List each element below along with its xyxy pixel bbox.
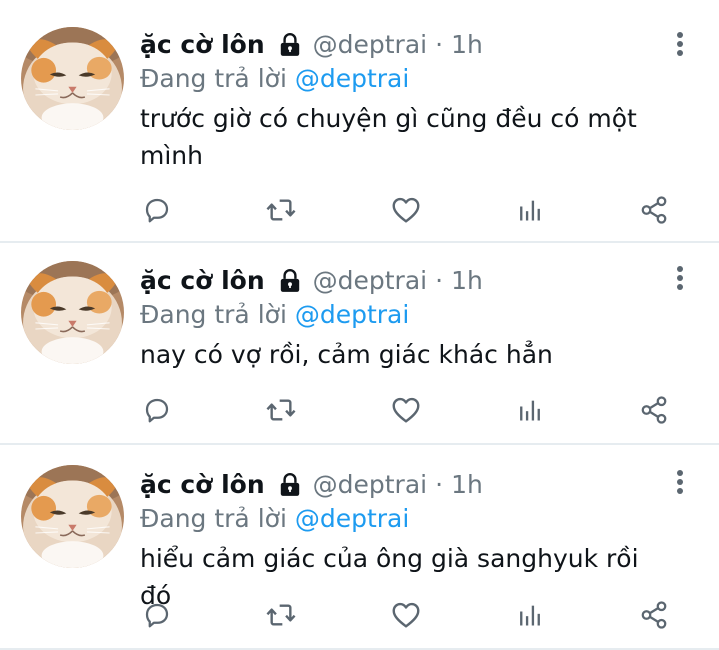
tweet-feed: ặc cờ lôn @deptrai · 1h Đang trả lời @de… bbox=[0, 0, 719, 650]
share-icon bbox=[639, 395, 669, 425]
more-icon bbox=[675, 470, 685, 494]
reply-button[interactable] bbox=[140, 393, 174, 427]
tweet-header: ặc cờ lôn @deptrai · 1h bbox=[140, 28, 669, 62]
retweet-icon bbox=[265, 194, 297, 226]
user-handle[interactable]: @deptrai bbox=[313, 28, 427, 62]
display-name[interactable]: ặc cờ lôn bbox=[140, 468, 265, 502]
reply-icon bbox=[142, 600, 172, 630]
display-name[interactable]: ặc cờ lôn bbox=[140, 28, 265, 62]
avatar[interactable] bbox=[21, 465, 124, 568]
replying-to: Đang trả lời @deptrai bbox=[140, 502, 669, 536]
retweet-icon bbox=[265, 599, 297, 631]
share-icon bbox=[639, 600, 669, 630]
user-handle[interactable]: @deptrai bbox=[313, 264, 427, 298]
avatar[interactable] bbox=[21, 27, 124, 130]
tweet-text: nay có vợ rồi, cảm giác khác hẳn bbox=[140, 340, 553, 369]
separator: · bbox=[435, 266, 444, 295]
replying-to-label: Đang trả lời bbox=[140, 64, 287, 93]
user-handle[interactable]: @deptrai bbox=[313, 468, 427, 502]
retweet-button[interactable] bbox=[264, 193, 298, 227]
retweet-button[interactable] bbox=[264, 598, 298, 632]
tweet-actions bbox=[140, 193, 671, 227]
timestamp[interactable]: 1h bbox=[451, 264, 483, 298]
retweet-button[interactable] bbox=[264, 393, 298, 427]
replying-to-mention[interactable]: @deptrai bbox=[295, 504, 409, 533]
separator: · bbox=[435, 30, 444, 59]
like-icon bbox=[390, 394, 422, 426]
share-button[interactable] bbox=[637, 393, 671, 427]
reply-icon bbox=[142, 395, 172, 425]
like-icon bbox=[390, 599, 422, 631]
cat-avatar-image bbox=[21, 261, 124, 364]
replying-to-mention[interactable]: @deptrai bbox=[295, 64, 409, 93]
timestamp[interactable]: 1h bbox=[451, 28, 483, 62]
share-icon bbox=[639, 195, 669, 225]
tweet-actions bbox=[140, 598, 671, 632]
timestamp[interactable]: 1h bbox=[451, 468, 483, 502]
replying-to-label: Đang trả lời bbox=[140, 504, 287, 533]
tweet[interactable]: ặc cờ lôn @deptrai · 1h Đang trả lời @de… bbox=[0, 243, 719, 445]
like-icon bbox=[390, 194, 422, 226]
separator: · bbox=[435, 470, 444, 499]
analytics-button[interactable] bbox=[513, 193, 547, 227]
analytics-icon bbox=[516, 196, 544, 224]
replying-to: Đang trả lời @deptrai bbox=[140, 298, 669, 332]
share-button[interactable] bbox=[637, 193, 671, 227]
analytics-button[interactable] bbox=[513, 598, 547, 632]
lock-icon bbox=[277, 268, 303, 294]
more-icon bbox=[675, 32, 685, 56]
replying-to-label: Đang trả lời bbox=[140, 300, 287, 329]
tweet-actions bbox=[140, 393, 671, 427]
cat-avatar-image bbox=[21, 27, 124, 130]
analytics-icon bbox=[516, 601, 544, 629]
analytics-icon bbox=[516, 396, 544, 424]
tweet-header: ặc cờ lôn @deptrai · 1h bbox=[140, 264, 669, 298]
more-options-button[interactable] bbox=[675, 470, 685, 496]
lock-icon bbox=[277, 32, 303, 58]
tweet-header: ặc cờ lôn @deptrai · 1h bbox=[140, 468, 669, 502]
cat-avatar-image bbox=[21, 465, 124, 568]
replying-to: Đang trả lời @deptrai bbox=[140, 62, 669, 96]
reply-button[interactable] bbox=[140, 598, 174, 632]
more-options-button[interactable] bbox=[675, 266, 685, 292]
like-button[interactable] bbox=[389, 598, 423, 632]
reply-button[interactable] bbox=[140, 193, 174, 227]
more-options-button[interactable] bbox=[675, 32, 685, 58]
lock-icon bbox=[277, 472, 303, 498]
share-button[interactable] bbox=[637, 598, 671, 632]
retweet-icon bbox=[265, 394, 297, 426]
tweet[interactable]: ặc cờ lôn @deptrai · 1h Đang trả lời @de… bbox=[0, 445, 719, 650]
tweet[interactable]: ặc cờ lôn @deptrai · 1h Đang trả lời @de… bbox=[0, 0, 719, 243]
reply-icon bbox=[142, 195, 172, 225]
analytics-button[interactable] bbox=[513, 393, 547, 427]
like-button[interactable] bbox=[389, 393, 423, 427]
like-button[interactable] bbox=[389, 193, 423, 227]
avatar[interactable] bbox=[21, 261, 124, 364]
tweet-text: trước giờ có chuyện gì cũng đều có một m… bbox=[140, 104, 637, 170]
replying-to-mention[interactable]: @deptrai bbox=[295, 300, 409, 329]
display-name[interactable]: ặc cờ lôn bbox=[140, 264, 265, 298]
more-icon bbox=[675, 266, 685, 290]
